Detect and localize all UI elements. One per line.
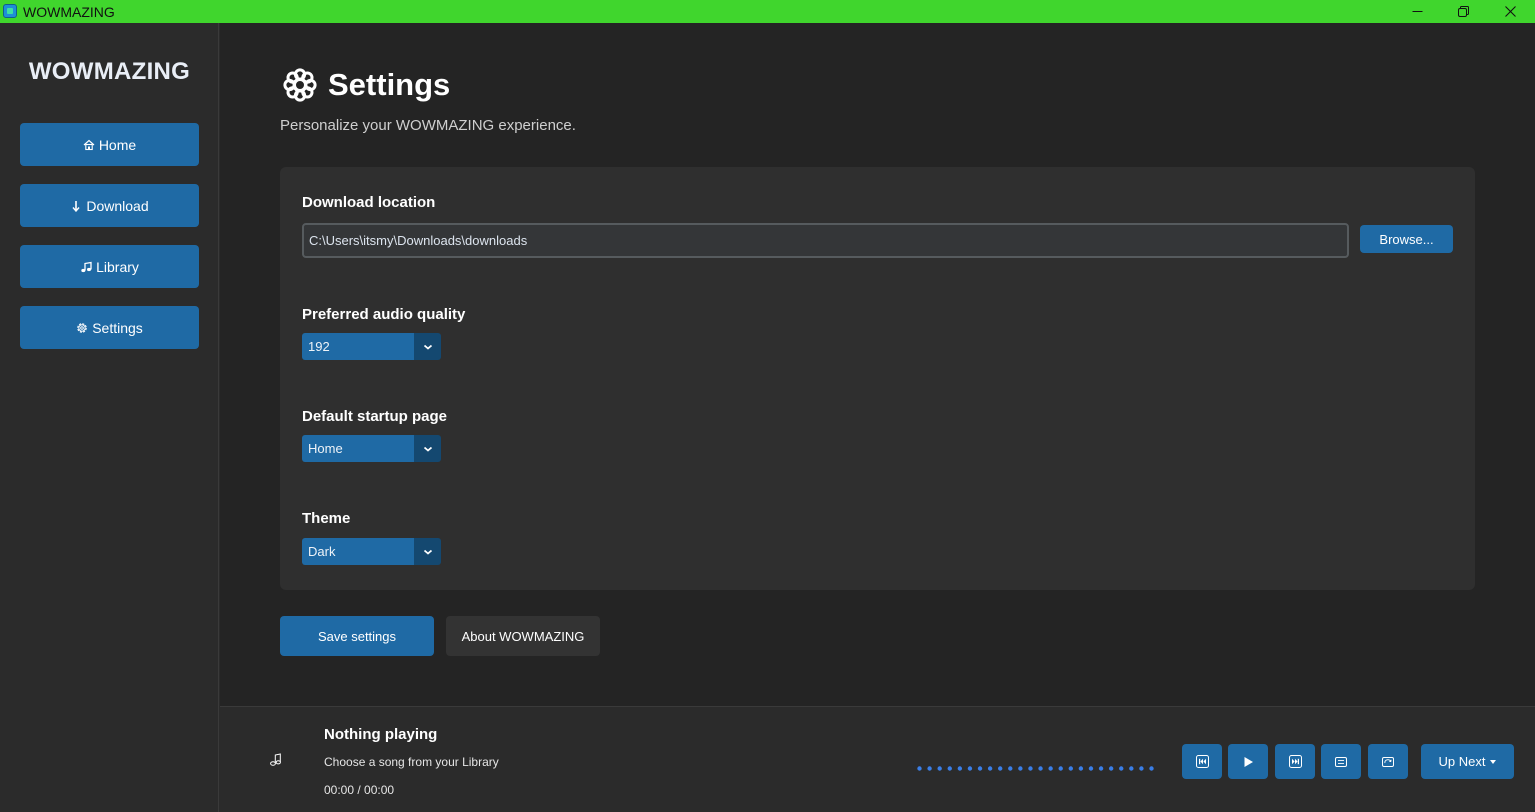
previous-button[interactable] (1182, 744, 1222, 779)
restore-button[interactable] (1440, 0, 1486, 23)
dropdown-arrow[interactable] (414, 333, 441, 360)
settings-page: Settings Personalize your WOWMAZING expe… (220, 23, 1535, 706)
window-titlebar: WOWMAZING (0, 0, 1535, 23)
next-button[interactable] (1275, 744, 1315, 779)
progress-slider[interactable] (917, 766, 1154, 771)
progress-dot (1119, 766, 1124, 771)
save-settings-button[interactable]: Save settings (280, 616, 434, 656)
sidebar-item-download[interactable]: Download (20, 184, 199, 227)
browse-button[interactable]: Browse... (1360, 225, 1453, 253)
progress-dot (1068, 766, 1074, 771)
shuffle-icon (1335, 756, 1347, 767)
up-next-label: Up Next (1438, 754, 1486, 769)
page-subtitle: Personalize your WOWMAZING experience. (280, 117, 576, 134)
progress-dot (1058, 766, 1063, 771)
sidebar-brand: WOWMAZING (28, 58, 191, 85)
progress-dot (1108, 766, 1114, 771)
skip-previous-icon (1195, 755, 1209, 768)
progress-dot (1078, 766, 1084, 771)
progress-dot (997, 766, 1003, 771)
progress-dot (1048, 766, 1053, 771)
sidebar: WOWMAZING Home Download Library Settings (0, 23, 219, 812)
progress-dot (1129, 766, 1134, 771)
startup-page-select[interactable]: Home (302, 435, 441, 462)
download-icon (72, 200, 80, 212)
progress-dot (1088, 766, 1094, 771)
progress-dot (1038, 766, 1043, 771)
download-location-input[interactable] (302, 223, 1349, 258)
gear-icon (283, 68, 317, 102)
skip-next-icon (1288, 755, 1302, 768)
now-playing-title: Nothing playing (324, 726, 438, 743)
dropdown-arrow[interactable] (414, 435, 441, 462)
shuffle-button[interactable] (1321, 744, 1361, 779)
theme-select[interactable]: Dark (302, 538, 441, 565)
progress-dot (937, 766, 942, 771)
up-next-button[interactable]: Up Next (1421, 744, 1514, 779)
chevron-down-icon (423, 446, 432, 452)
sidebar-item-settings[interactable]: Settings (20, 306, 199, 349)
repeat-button[interactable] (1368, 744, 1408, 779)
page-header: Settings (282, 67, 450, 103)
theme-label: Theme (302, 510, 351, 527)
about-button[interactable]: About WOWMAZING (446, 616, 600, 656)
close-icon (1504, 6, 1516, 17)
audio-quality-value: 192 (302, 333, 414, 360)
page-title: Settings (328, 67, 451, 102)
progress-dot (977, 766, 983, 771)
repeat-icon (1382, 756, 1394, 767)
chevron-down-icon (423, 549, 432, 555)
progress-dot (1008, 766, 1013, 771)
startup-page-value: Home (302, 435, 414, 462)
progress-dot (917, 766, 922, 771)
app-icon (3, 4, 17, 18)
progress-dot (967, 766, 973, 771)
sidebar-item-library[interactable]: Library (20, 245, 199, 288)
music-note-icon (81, 261, 92, 272)
minimize-icon (1412, 11, 1422, 12)
close-button[interactable] (1487, 0, 1533, 23)
progress-dot (947, 766, 952, 771)
play-button[interactable] (1228, 744, 1268, 779)
settings-card: Download location Browse... Preferred au… (280, 167, 1475, 590)
sidebar-item-label: Download (86, 197, 149, 214)
theme-value: Dark (302, 538, 414, 565)
minimize-button[interactable] (1394, 0, 1440, 23)
sidebar-item-label: Settings (92, 319, 143, 336)
progress-dot (1028, 766, 1033, 771)
gear-icon (77, 322, 88, 333)
playback-time: 00:00 / 00:00 (324, 783, 395, 797)
download-location-label: Download location (302, 194, 436, 211)
music-note-icon (270, 753, 281, 766)
audio-quality-label: Preferred audio quality (302, 306, 466, 323)
sidebar-item-label: Home (98, 136, 137, 153)
play-icon (1244, 756, 1253, 767)
startup-page-label: Default startup page (302, 408, 448, 425)
dropdown-arrow[interactable] (414, 538, 441, 565)
restore-icon (1457, 6, 1469, 17)
progress-dot (957, 766, 963, 771)
audio-quality-select[interactable]: 192 (302, 333, 441, 360)
player-bar: Nothing playing Choose a song from your … (220, 706, 1535, 812)
chevron-down-icon (423, 344, 432, 350)
home-icon (83, 139, 95, 150)
caret-down-icon (1490, 759, 1497, 764)
progress-dot (1149, 766, 1154, 771)
progress-dot (927, 766, 932, 771)
sidebar-item-label: Library (96, 258, 139, 275)
progress-dot (1139, 766, 1144, 771)
progress-dot (1018, 766, 1023, 771)
progress-dot (1098, 766, 1104, 771)
now-playing-subtitle: Choose a song from your Library (324, 755, 499, 769)
sidebar-item-home[interactable]: Home (20, 123, 199, 166)
window-title: WOWMAZING (23, 4, 115, 20)
progress-dot (987, 766, 993, 771)
